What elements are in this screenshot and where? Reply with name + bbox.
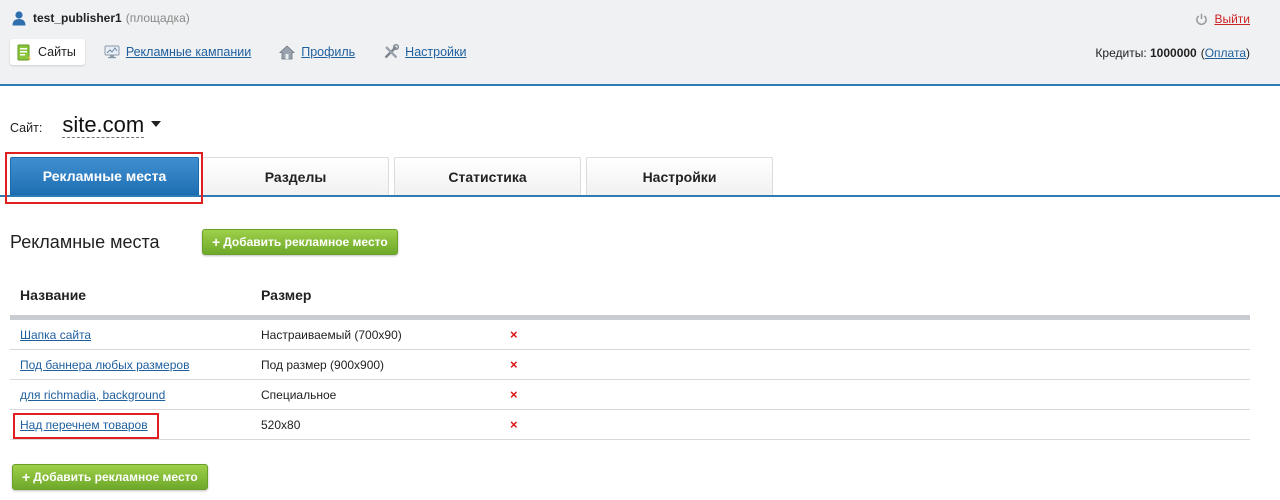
ad-place-link[interactable]: Под баннера любых размеров (20, 358, 189, 372)
username: test_publisher1 (33, 11, 122, 25)
ad-place-link[interactable]: Шапка сайта (20, 328, 91, 342)
nav-label-sites: Сайты (38, 45, 76, 59)
sites-icon (17, 44, 31, 60)
credits-label: Кредиты: (1095, 46, 1147, 60)
tab-settings[interactable]: Настройки (586, 157, 773, 195)
add-ad-place-button-top[interactable]: + Добавить рекламное место (202, 229, 398, 255)
add-ad-place-label-bottom: Добавить рекламное место (33, 470, 198, 484)
nav-label-campaigns: Рекламные кампании (125, 45, 252, 59)
credits-paren-close: ) (1246, 46, 1250, 60)
power-icon (1196, 13, 1208, 25)
site-label: Сайт: (10, 121, 43, 135)
table-header: Название Размер (10, 275, 1250, 315)
nav-item-settings[interactable]: Настройки (376, 39, 475, 65)
user-role: (площадка) (125, 11, 190, 25)
add-ad-place-label-top: Добавить рекламное место (223, 235, 388, 249)
nav-item-profile[interactable]: Профиль (272, 39, 364, 65)
campaign-icon (104, 45, 120, 59)
logout-link[interactable]: Выйти (1214, 12, 1250, 26)
table-row: Под баннера любых размеров Под размер (9… (10, 350, 1250, 380)
plus-icon: + (212, 234, 221, 250)
delete-icon[interactable]: × (510, 417, 518, 432)
highlight-box-row (13, 413, 159, 439)
user-icon (12, 11, 26, 26)
table-row: Над перечнем товаров 520x80 × (10, 410, 1250, 440)
highlight-box-tab (5, 152, 203, 204)
section-title: Рекламные места (10, 232, 160, 252)
delete-icon[interactable]: × (510, 387, 518, 402)
table-row: Шапка сайта Настраиваемый (700x90) × (10, 320, 1250, 350)
ad-places-table: Название Размер Шапка сайта Настраиваемы… (10, 275, 1250, 440)
add-ad-place-button-bottom[interactable]: + Добавить рекламное место (12, 464, 208, 490)
nav-item-sites[interactable]: Сайты (10, 39, 85, 65)
payment-link[interactable]: Оплата (1205, 46, 1246, 60)
site-dropdown[interactable]: site.com (62, 112, 162, 138)
ad-place-size: 520x80 (261, 417, 301, 432)
tab-statistics[interactable]: Статистика (394, 157, 581, 195)
top-header: test_publisher1 (площадка) Выйти Сайты Р… (0, 0, 1280, 86)
credits-value: 1000000 (1150, 46, 1197, 60)
nav-label-settings: Настройки (405, 45, 467, 59)
main-nav: Сайты Рекламные кампании Профиль Настрой… (10, 39, 487, 65)
column-header-name: Название (20, 287, 87, 303)
delete-icon[interactable]: × (510, 357, 518, 372)
table-row: для richmadia, background Специальное × (10, 380, 1250, 410)
nav-item-campaigns[interactable]: Рекламные кампании (97, 39, 260, 65)
credits-info: Кредиты: 1000000 (Оплата) (1095, 46, 1250, 60)
user-info: test_publisher1 (площадка) (11, 10, 190, 26)
column-header-size: Размер (261, 287, 312, 303)
caret-down-icon (151, 120, 162, 127)
ad-place-size: Специальное (261, 387, 337, 402)
plus-icon: + (22, 469, 31, 485)
site-selector-row: Сайт: site.com (10, 112, 162, 138)
tab-sections[interactable]: Разделы (202, 157, 389, 195)
ad-place-size: Под размер (900x900) (261, 357, 385, 372)
ad-place-size: Настраиваемый (700x90) (261, 327, 402, 342)
nav-label-profile: Профиль (301, 45, 356, 59)
tools-icon (384, 44, 400, 59)
site-name: site.com (62, 112, 145, 138)
home-icon (279, 44, 296, 59)
delete-icon[interactable]: × (510, 327, 518, 342)
logout: Выйти (1195, 12, 1250, 26)
ad-place-link[interactable]: для richmadia, background (20, 388, 165, 402)
